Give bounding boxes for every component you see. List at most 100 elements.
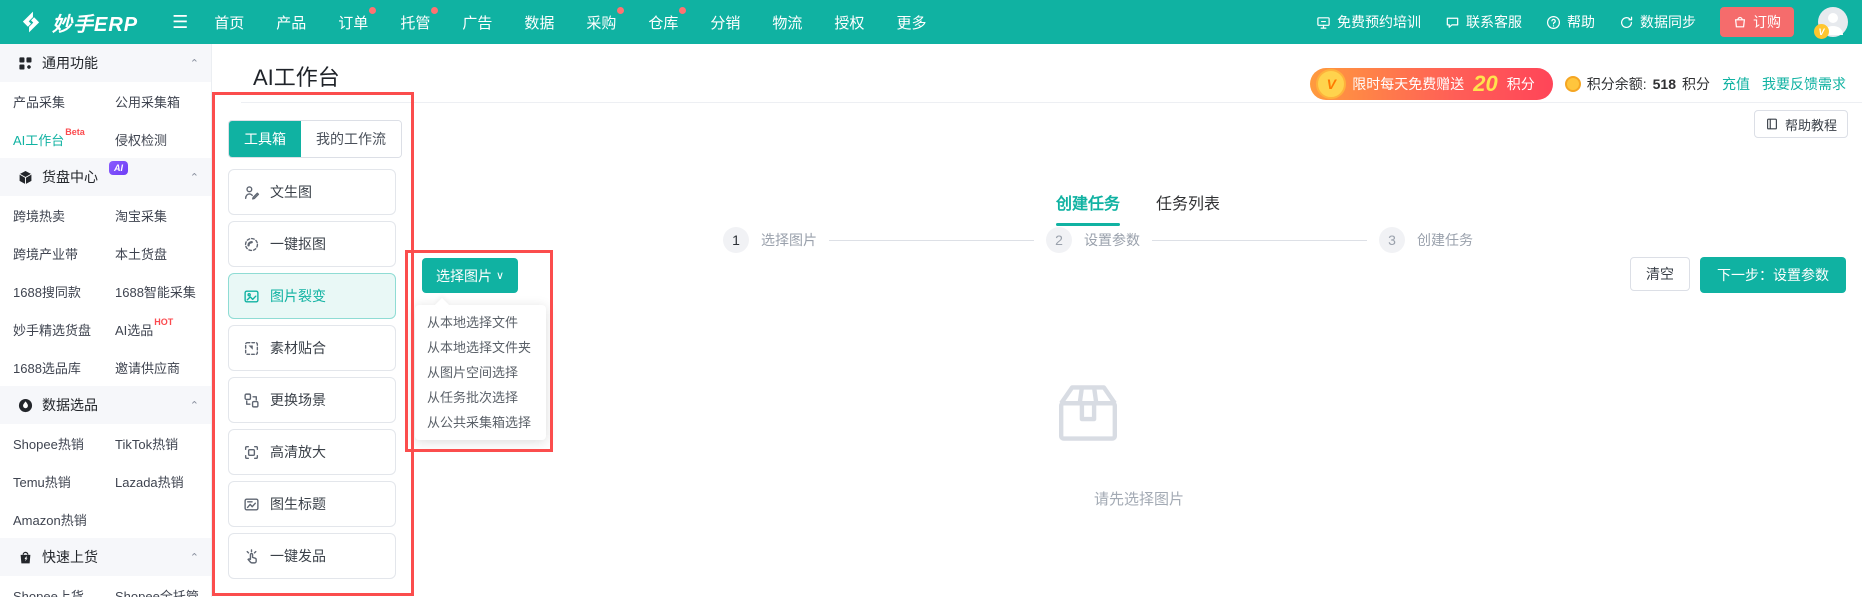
nav-item-托管[interactable]: 托管 [400,12,430,33]
sidebar-item-Amazon热销[interactable]: Amazon热销 [13,500,115,538]
chevron-down-icon: ∨ [496,269,504,282]
sidebar-item-TikTok热销[interactable]: TikTok热销 [115,424,211,462]
sidebar-section-数据选品[interactable]: 数据选品⌃ [0,386,211,424]
sidebar-item-Lazada热销[interactable]: Lazada热销 [115,462,211,500]
tool-card-素材贴合[interactable]: 素材贴合 [228,325,396,371]
sidebar-item-产品采集[interactable]: 产品采集 [13,82,115,120]
utility-support[interactable]: 联系客服 [1445,12,1522,32]
sidebar-item-Temu热销[interactable]: Temu热销 [13,462,115,500]
brand-logo[interactable]: 妙手ERP [0,8,148,37]
tool-label: 高清放大 [270,442,326,462]
toolbox-panel: 工具箱我的工作流 文生图一键抠图图片裂变素材贴合更换场景高清放大图生标题一键发品 [228,120,408,585]
avatar[interactable]: V [1818,7,1848,37]
utility-training[interactable]: 免费预约培训 [1316,12,1421,32]
step-label-选择图片: 选择图片 [761,230,817,250]
tool-label: 更换场景 [270,390,326,410]
tool-card-高清放大[interactable]: 高清放大 [228,429,396,475]
sidebar-item-跨境产业带[interactable]: 跨境产业带 [13,234,115,272]
one-click-publish-icon [243,548,260,565]
nav-item-广告[interactable]: 广告 [462,12,492,33]
promo-coin-icon: V [1316,69,1346,99]
sidebar-item-淘宝采集[interactable]: 淘宝采集 [115,196,211,234]
dropdown-option-从公共采集箱选择[interactable]: 从公共采集箱选择 [415,410,546,435]
sidebar-item-妙手精选货盘[interactable]: 妙手精选货盘 [13,310,115,348]
header-divider [241,102,1862,103]
sidebar-section-快速上货[interactable]: 快速上货⌃ [0,538,211,576]
step-label-设置参数: 设置参数 [1084,230,1140,250]
nav-item-首页[interactable]: 首页 [214,12,244,33]
nav-item-仓库[interactable]: 仓库 [648,12,678,33]
sidebar-item-label: Shopee上货 [13,586,84,597]
hd-enlarge-icon [243,444,260,461]
dropdown-option-label: 从图片空间选择 [427,365,518,380]
utility-sync[interactable]: 数据同步 [1619,12,1696,32]
sidebar-item-label: 本土货盘 [115,244,167,263]
nav-item-更多[interactable]: 更多 [896,12,926,33]
dropdown-option-从任务批次选择[interactable]: 从任务批次选择 [415,385,546,410]
clear-button[interactable]: 清空 [1630,257,1690,291]
menu-toggle-icon[interactable]: ☰ [172,12,188,33]
select-image-button[interactable]: 选择图片 ∨ [422,258,518,293]
main-content: AI工作台 V 限时每天免费赠送 20 积分 积分余额: 518 积分 充值 我… [211,44,1862,597]
sidebar-item-公用采集箱[interactable]: 公用采集箱 [115,82,211,120]
help-tutorial-button[interactable]: 帮助教程 [1754,110,1848,138]
nav-item-采购[interactable]: 采购 [586,12,616,33]
sidebar-item-邀请供应商[interactable]: 邀请供应商 [115,348,211,386]
sidebar-item-label: AI选品 [115,320,153,339]
sidebar-item-AI工作台[interactable]: AI工作台Beta [13,120,115,158]
sidebar-item-label: Temu热销 [13,472,71,491]
utility-help[interactable]: 帮助 [1546,12,1595,32]
utility-links: 免费预约培训 联系客服 帮助 数据同步 [1316,12,1696,32]
header-right: V 限时每天免费赠送 20 积分 积分余额: 518 积分 充值 我要反馈需求 [1310,68,1846,100]
dropdown-option-从本地选择文件夹[interactable]: 从本地选择文件夹 [415,335,546,360]
workspace-tab-任务列表[interactable]: 任务列表 [1156,190,1220,226]
sidebar-item-label: Shopee热销 [13,434,84,453]
dropdown-option-从图片空间选择[interactable]: 从图片空间选择 [415,360,546,385]
sidebar-item-AI选品[interactable]: AI选品HOT [115,310,211,348]
tool-card-一键发品[interactable]: 一键发品 [228,533,396,579]
utility-label: 数据同步 [1640,12,1696,32]
tool-card-一键抠图[interactable]: 一键抠图 [228,221,396,267]
dropdown-option-从本地选择文件[interactable]: 从本地选择文件 [415,310,546,335]
recharge-link[interactable]: 充值 [1722,74,1750,94]
coin-icon [1565,76,1581,92]
nav-item-订单[interactable]: 订单 [338,12,368,33]
cutout-icon [243,236,260,253]
sidebar-item-跨境热卖[interactable]: 跨境热卖 [13,196,115,234]
tool-card-图生标题[interactable]: 图生标题 [228,481,396,527]
sidebar-item-Shopee热销[interactable]: Shopee热销 [13,424,115,462]
nav-item-产品[interactable]: 产品 [276,12,306,33]
toolbox-tab-工具箱[interactable]: 工具箱 [229,121,301,157]
workspace-tab-label: 任务列表 [1156,196,1220,213]
nav-item-label: 数据 [524,15,554,32]
nav-item-label: 采购 [586,15,616,32]
workspace-tabs: 创建任务 任务列表 [1056,190,1220,226]
promo-suffix: 积分 [1507,74,1535,94]
sidebar-item-1688智能采集[interactable]: 1688智能采集 [115,272,211,310]
nav-item-物流[interactable]: 物流 [772,12,802,33]
sidebar-item-1688选品库[interactable]: 1688选品库 [13,348,115,386]
sidebar-item-Shopee上货[interactable]: Shopee上货 [13,576,115,597]
tool-card-图片裂变[interactable]: 图片裂变 [228,273,396,319]
sidebar-item-本土货盘[interactable]: 本土货盘 [115,234,211,272]
nav-item-分销[interactable]: 分销 [710,12,740,33]
shopping-bag-icon [1733,15,1747,29]
sidebar-section-货盘中心[interactable]: 货盘中心AI⌃ [0,158,211,196]
toolbox-tab-我的工作流[interactable]: 我的工作流 [301,121,401,157]
sidebar-item-Shopee全托管[interactable]: Shopee全托管 [115,576,211,597]
workspace-tab-创建任务[interactable]: 创建任务 [1056,190,1120,226]
promo-banner[interactable]: V 限时每天免费赠送 20 积分 [1310,68,1552,100]
nav-item-数据[interactable]: 数据 [524,12,554,33]
sidebar-item-侵权检测[interactable]: 侵权检测 [115,120,211,158]
feedback-link[interactable]: 我要反馈需求 [1762,74,1846,94]
tool-card-更换场景[interactable]: 更换场景 [228,377,396,423]
tool-card-文生图[interactable]: 文生图 [228,169,396,215]
notification-dot [431,7,438,14]
next-step-button[interactable]: 下一步：设置参数 [1700,257,1846,293]
nav-item-授权[interactable]: 授权 [834,12,864,33]
sidebar-item-label: 跨境热卖 [13,206,65,225]
sidebar-item-1688搜同款[interactable]: 1688搜同款 [13,272,115,310]
subscribe-button[interactable]: 订购 [1720,7,1794,37]
sidebar-section-通用功能[interactable]: 通用功能⌃ [0,44,211,82]
sidebar-item-label: Lazada热销 [115,472,184,491]
